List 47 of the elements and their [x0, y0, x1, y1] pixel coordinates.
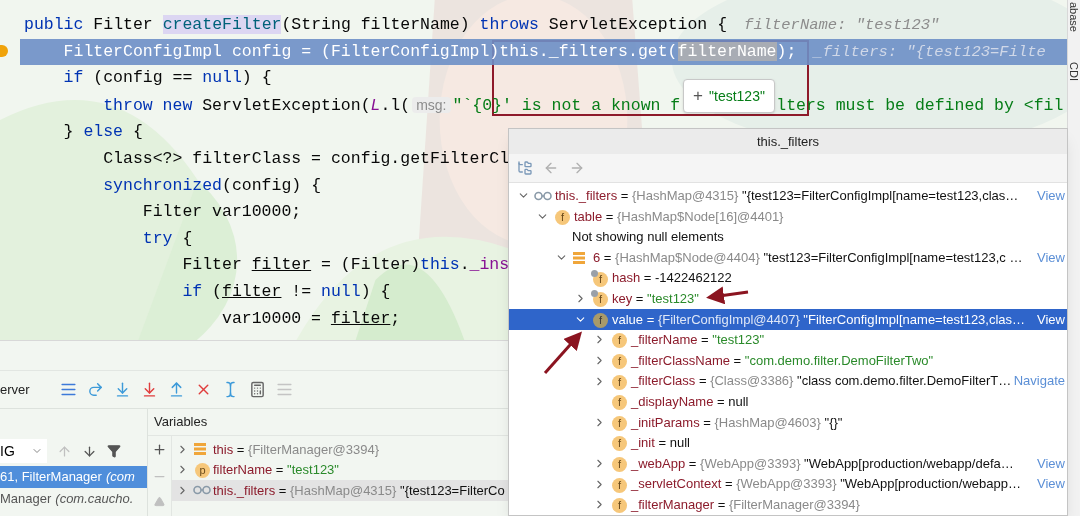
- field-icon: f: [612, 395, 627, 411]
- field-icon: f: [593, 312, 608, 328]
- variable-text: this._filters = {HashMap@4315} "{test123=FilterCo: [213, 481, 505, 500]
- tree-row-text: table = {HashMap$Node[16]@4401}: [574, 207, 784, 226]
- code-line: public Filter createFilter(String filterName) throws ServletException {: [24, 14, 728, 36]
- code-line: FilterConfigImpl config = (FilterConfigImpl)this._filters.get(filterName);: [63, 40, 797, 63]
- field-icon: f: [555, 209, 570, 225]
- code-line: var10000 = filter;: [222, 307, 401, 330]
- field-icon: f: [612, 333, 627, 349]
- tooltip-value: "test123": [709, 86, 765, 106]
- code-line: if (config == null) {: [63, 67, 272, 90]
- variable-text: filterName = "test123": [213, 461, 339, 480]
- code-line: Filter var10000;: [142, 201, 302, 224]
- popup-title: this._filters: [509, 129, 1067, 154]
- tree-row-text: _servletContext = {WebApp@3393} "WebApp[production/webapp…: [631, 475, 1021, 494]
- inline-value-hint: filterName: "test123": [744, 15, 940, 36]
- code-line: Class<?> filterClass = config.getFilterCl: [103, 147, 510, 170]
- field-icon: f: [612, 477, 627, 493]
- code-line: try {: [142, 227, 193, 250]
- field-icon: f: [612, 415, 627, 431]
- tree-row-text: _displayName = null: [631, 393, 749, 411]
- tree-row-text: 6 = {HashMap$Node@4404} "test123=FilterConfigImpl[name=test123,c …: [593, 248, 1023, 267]
- field-icon: f: [612, 457, 627, 472]
- field-icon: f: [593, 292, 608, 308]
- tree-row-text: _filterName = "test123": [631, 331, 765, 350]
- tree-row-text: this._filters = {HashMap@4315} "{test123=FilterConfigImpl[name=test123,clas…: [555, 187, 1019, 206]
- tree-row-text: key = "test123": [612, 290, 699, 308]
- parameter-icon: p: [195, 463, 210, 479]
- code-line: if (filter != null) {: [182, 280, 391, 303]
- variable-text: this = {FilterManager@3394}: [213, 440, 380, 459]
- code-line: } else {: [63, 121, 143, 144]
- field-icon: f: [612, 374, 627, 390]
- code-line: synchronized(config) {: [103, 174, 322, 197]
- tree-row-text: value = {FilterConfigImpl@4407} "FilterConfigImpl[name=test123,clas…: [612, 310, 1026, 329]
- tree-row-text: _webApp = {WebApp@3393} "WebApp[production/webapp/defa…: [631, 454, 1014, 473]
- code-line: Filter filter = (Filter)this._ins: [182, 254, 510, 277]
- field-icon: f: [612, 498, 627, 514]
- tree-row-text: _init = null: [631, 434, 690, 453]
- tree-row-text: hash = -1422462122: [612, 269, 732, 288]
- tree-row-text: _filterClass = {Class@3386} "class com.demo.filter.DemoFilterT…: [631, 372, 1012, 391]
- field-icon: f: [612, 436, 627, 452]
- tree-row-text: Not showing null elements: [572, 228, 724, 247]
- field-icon: f: [612, 354, 627, 370]
- inline-value-hint: _filters: "{test123=Filte: [813, 41, 1046, 63]
- tree-row-text: _filterManager = {FilterManager@3394}: [631, 495, 860, 514]
- tree-row-text: _filterClassName = "com.demo.filter.DemoFilterTwo": [631, 351, 934, 370]
- tree-row-text: _initParams = {HashMap@4603} "{}": [631, 413, 843, 432]
